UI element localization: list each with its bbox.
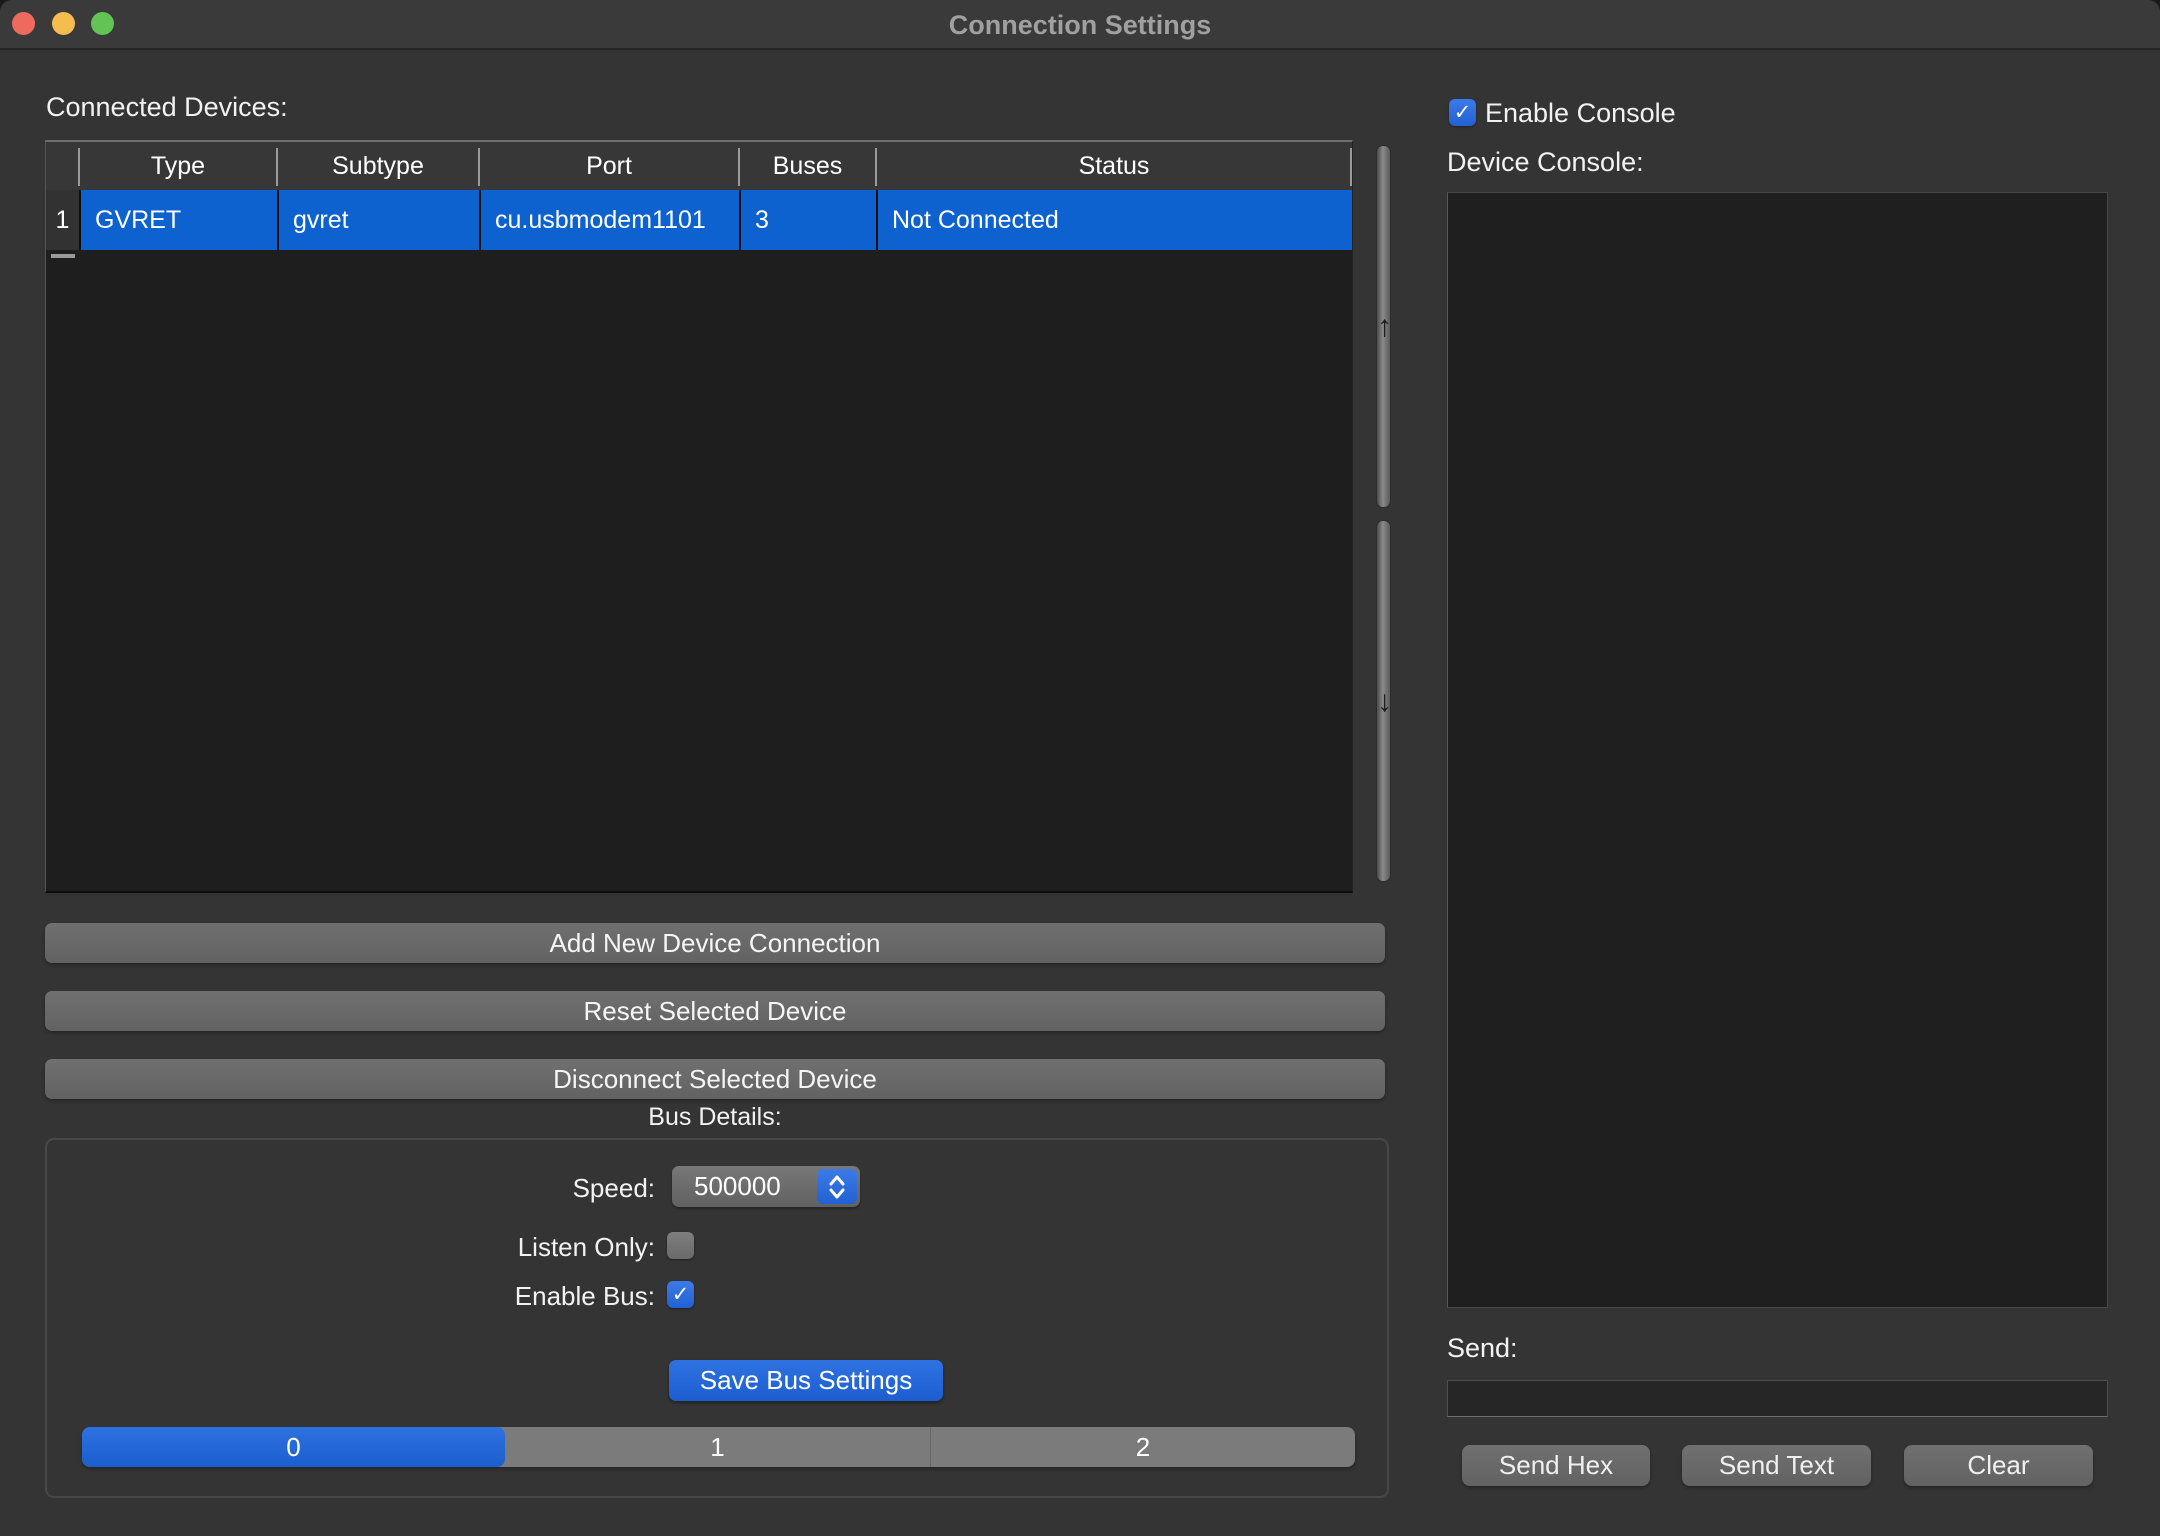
bus-tabbar: 0 1 2 <box>82 1427 1355 1467</box>
enable-console-checkbox[interactable]: ✓ <box>1449 99 1476 126</box>
column-header-port[interactable]: Port <box>479 142 739 190</box>
send-hex-button[interactable]: Send Hex <box>1462 1445 1650 1486</box>
table-row-cell-subtype[interactable]: gvret <box>277 190 479 250</box>
speed-value: 500000 <box>694 1166 781 1207</box>
listen-only-checkbox[interactable] <box>667 1232 694 1259</box>
table-corner-cell <box>46 142 79 190</box>
speed-label: Speed: <box>355 1173 655 1204</box>
table-row-cell-type[interactable]: GVRET <box>79 190 277 250</box>
enable-console-label: Enable Console <box>1485 98 1676 129</box>
table-row-cell-status[interactable]: Not Connected <box>876 190 1352 250</box>
scrollbar-thumb-upper[interactable]: ↑ <box>1376 145 1391 508</box>
enable-bus-label: Enable Bus: <box>355 1281 655 1312</box>
speed-combobox[interactable]: 500000 <box>672 1166 860 1207</box>
listen-only-label: Listen Only: <box>355 1232 655 1263</box>
scroll-up-arrow-icon[interactable]: ↑ <box>1377 312 1390 342</box>
enable-bus-checkbox[interactable]: ✓ <box>667 1281 694 1308</box>
column-header-type[interactable]: Type <box>79 142 277 190</box>
send-text-button[interactable]: Send Text <box>1682 1445 1871 1486</box>
bus-tab-2[interactable]: 2 <box>930 1427 1355 1467</box>
scrollbar-thumb-lower[interactable]: ↓ <box>1376 520 1391 882</box>
header-separator <box>478 148 480 186</box>
row-number-cell[interactable]: 1 <box>46 190 79 250</box>
stepper-up-down-icon[interactable] <box>817 1169 857 1204</box>
save-bus-settings-button[interactable]: Save Bus Settings <box>669 1360 943 1401</box>
header-separator <box>738 148 740 186</box>
chevron-up-down-icon <box>826 1173 848 1201</box>
send-input[interactable] <box>1447 1380 2108 1417</box>
bus-details-label: Bus Details: <box>45 1103 1385 1132</box>
device-table[interactable]: Type Subtype Port Buses Status 1 GVRET g… <box>45 140 1353 893</box>
current-row-indicator <box>51 254 75 258</box>
window-titlebar: Connection Settings <box>0 0 2160 50</box>
column-header-subtype[interactable]: Subtype <box>277 142 479 190</box>
connected-devices-label: Connected Devices: <box>46 92 288 123</box>
window-title: Connection Settings <box>0 0 2160 50</box>
table-row-cell-buses[interactable]: 3 <box>739 190 876 250</box>
header-separator <box>1350 148 1352 186</box>
device-console-output[interactable] <box>1447 192 2108 1308</box>
send-label: Send: <box>1447 1333 1518 1364</box>
scroll-down-arrow-icon[interactable]: ↓ <box>1377 687 1390 717</box>
add-device-button[interactable]: Add New Device Connection <box>45 923 1385 963</box>
bus-tab-0[interactable]: 0 <box>82 1427 505 1467</box>
column-header-status[interactable]: Status <box>876 142 1352 190</box>
device-console-label: Device Console: <box>1447 147 1644 178</box>
reset-device-button[interactable]: Reset Selected Device <box>45 991 1385 1031</box>
header-separator <box>875 148 877 186</box>
header-separator <box>276 148 278 186</box>
connection-settings-window: Connection Settings Connected Devices: T… <box>0 0 2160 1536</box>
column-header-buses[interactable]: Buses <box>739 142 876 190</box>
disconnect-device-button[interactable]: Disconnect Selected Device <box>45 1059 1385 1099</box>
header-separator <box>78 148 80 186</box>
bus-tab-1[interactable]: 1 <box>505 1427 930 1467</box>
table-row-cell-port[interactable]: cu.usbmodem1101 <box>479 190 739 250</box>
clear-button[interactable]: Clear <box>1904 1445 2093 1486</box>
